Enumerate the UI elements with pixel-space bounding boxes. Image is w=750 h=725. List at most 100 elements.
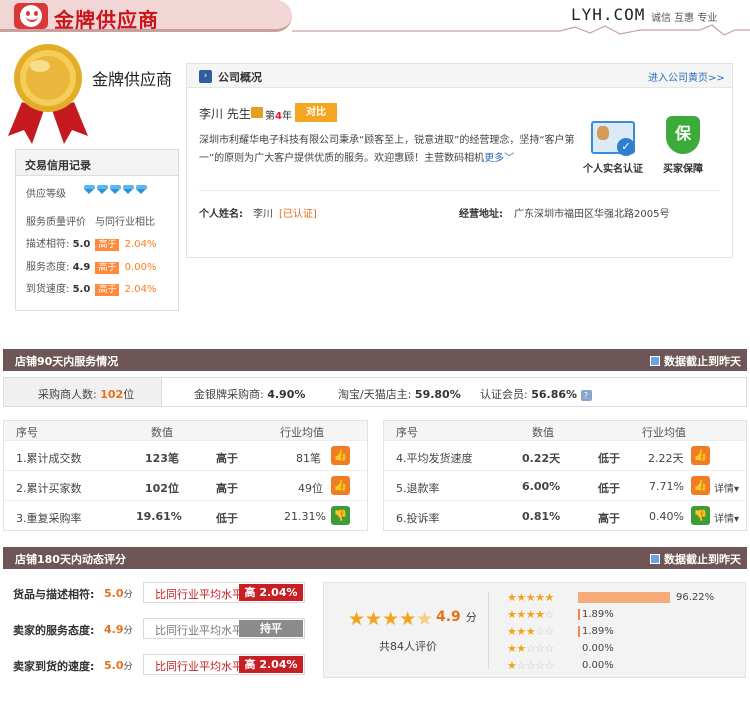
crown-icon: [251, 107, 263, 118]
more-link[interactable]: 更多﹀: [484, 153, 514, 164]
table-row: 4.平均发货速度 0.22天 低于 2.22天 👍: [384, 440, 746, 470]
rating-compare-text: 比同行业平均水平: [155, 624, 243, 637]
diamond-icon: [84, 185, 97, 194]
overall-score: 4.9 分: [436, 609, 477, 625]
company-yellowpage-link[interactable]: 进入公司黄页>>: [648, 69, 725, 84]
data-cutoff-text: 数据截止到昨天: [664, 553, 741, 566]
company-overview-panel: › 公司概况 进入公司黄页>> 李川 先生 第4年 对比 深圳市利耀华电子科技有…: [186, 63, 733, 258]
distribution-bar: [578, 609, 580, 620]
detail-dropdown[interactable]: 详情▾: [714, 510, 739, 525]
thumbs-down-icon: 👎: [691, 506, 710, 525]
name-label: 个人姓名:: [199, 209, 243, 220]
distribution-pct: 1.89%: [582, 626, 614, 637]
metric-value: 6.00%: [522, 480, 561, 493]
metric-avg: 21.31%: [284, 510, 326, 523]
rating-compare-text: 比同行业平均水平: [155, 588, 243, 601]
credit-row-label: 到货速度:: [26, 284, 70, 295]
credit-row: 到货速度: 5.0 高于 2.04%: [26, 280, 156, 296]
year-number: 4: [275, 111, 282, 122]
info-icon: [650, 554, 660, 564]
compare-button[interactable]: 对比: [295, 103, 337, 122]
thumbs-up-icon: 👍: [691, 476, 710, 495]
service-stats-table-right: 序号 数值 行业均值 4.平均发货速度 0.22天 低于 2.22天 👍 5.退…: [383, 420, 747, 531]
certified-value: 56.86%: [531, 388, 578, 401]
credit-row-pct: 2.04%: [124, 284, 157, 295]
buyer-guarantee-label[interactable]: 买家保障: [663, 160, 703, 175]
identity-verified-label[interactable]: 个人实名认证: [583, 160, 643, 175]
credit-record-title: 交易信用记录: [16, 150, 178, 176]
stars-3-icon: ★★★☆☆: [507, 625, 554, 638]
id-photo-icon: [597, 126, 609, 140]
shield-icon[interactable]: 保: [666, 116, 700, 154]
col-value: 数值: [532, 426, 554, 439]
data-cutoff-note: 数据截止到昨天: [650, 353, 741, 369]
metric-name: 3.重复采购率: [16, 512, 82, 525]
rating-score-value: 4.9: [104, 623, 124, 636]
rating-unit: 分: [123, 625, 133, 636]
taobao-label: 淘宝/天猫店主:: [338, 388, 412, 401]
data-cutoff-note: 数据截止到昨天: [650, 551, 741, 567]
col-no: 序号: [16, 426, 38, 439]
stars-4-icon: ★★★★☆: [507, 608, 554, 621]
credit-row-tag: 高于: [95, 239, 120, 251]
rating-badge: 高 2.04%: [239, 584, 303, 601]
rating-score-value: 5.0: [104, 587, 124, 600]
buyer-count: 采购商人数: 102位: [38, 386, 134, 402]
divider: [488, 592, 489, 669]
rating-label: 卖家到货的速度:: [13, 660, 95, 673]
metric-compare: 低于: [598, 452, 620, 465]
credit-row-score: 5.0: [72, 284, 91, 295]
check-badge-icon: ✓: [617, 138, 635, 156]
buyer-count-value: 102: [100, 388, 124, 401]
site-tagline: 诚信 互惠 专业: [651, 13, 718, 24]
gold-silver-value: 4.90%: [267, 388, 306, 401]
thumbs-up-icon: 👍: [691, 446, 710, 465]
contact-person: 李川 先生: [199, 107, 251, 121]
detail-dropdown[interactable]: 详情▾: [714, 480, 739, 495]
metric-compare: 高于: [216, 482, 238, 495]
divider: [199, 190, 720, 191]
metric-value: 0.81%: [522, 510, 561, 523]
table-header: 序号 数值 行业均值: [384, 421, 746, 440]
metric-avg: 49位: [298, 482, 323, 495]
rating-score: 5.0分: [104, 586, 133, 600]
service-stats-table-left: 序号 数值 行业均值 1.累计成交数 123笔 高于 81笔 👍 2.累计买家数…: [3, 420, 368, 531]
credit-row-label: 服务态度:: [26, 262, 70, 273]
buyer-stats-bar: 采购商人数: 102位 金银牌采购商: 4.90% 淘宝/天猫店主: 59.80…: [3, 377, 747, 407]
rating-unit: 分: [123, 661, 133, 672]
diamond-icon: [110, 185, 123, 194]
col-avg: 行业均值: [642, 426, 686, 439]
rating-badge: 持平: [239, 620, 303, 637]
metric-avg: 7.71%: [649, 480, 684, 493]
membership-years: 第4年: [265, 107, 292, 122]
help-icon[interactable]: ?: [580, 390, 592, 401]
col-avg: 行业均值: [280, 426, 324, 439]
credit-row-pct: 2.04%: [124, 239, 157, 250]
buyer-count-unit: 位: [123, 388, 135, 401]
stars-2-icon: ★★☆☆☆: [507, 642, 554, 655]
more-link-label: 更多: [484, 153, 505, 164]
col-no: 序号: [396, 426, 418, 439]
address-value: 广东深圳市福田区华强北路2005号: [514, 209, 670, 220]
site-brand[interactable]: LYH.COM: [571, 5, 645, 24]
company-description: 深圳市利耀华电子科技有限公司秉承“顾客至上，锐意进取”的经营理念，坚持“客户第一…: [199, 132, 577, 168]
service90-header: 店铺90天内服务情况 数据截止到昨天: [3, 349, 747, 371]
gold-medal-icon: [8, 44, 88, 144]
metric-name: 4.平均发货速度: [396, 452, 473, 465]
rating-compare-box: 比同行业平均水平 高 2.04%: [143, 582, 305, 603]
credit-row-label: 描述相符:: [26, 239, 70, 250]
diamond-icon: [97, 185, 110, 194]
thumbs-down-icon: 👎: [331, 506, 350, 525]
overall-score-unit: 分: [465, 611, 477, 624]
metric-compare: 低于: [598, 482, 620, 495]
company-overview-title: 公司概况: [218, 71, 262, 84]
taobao-value: 59.80%: [414, 388, 461, 401]
detail-label: 详情: [714, 484, 734, 495]
supply-level-diamonds: [84, 185, 149, 194]
diamond-icon: [123, 185, 136, 194]
rating-unit: 分: [123, 589, 133, 600]
rating180-header: 店铺180天内动态评分 数据截止到昨天: [3, 547, 747, 569]
rating-compare-box: 比同行业平均水平 高 2.04%: [143, 654, 305, 675]
gold-silver-buyers: 金银牌采购商: 4.90%: [194, 386, 305, 402]
stars-1-icon: ★☆☆☆☆: [507, 659, 554, 672]
